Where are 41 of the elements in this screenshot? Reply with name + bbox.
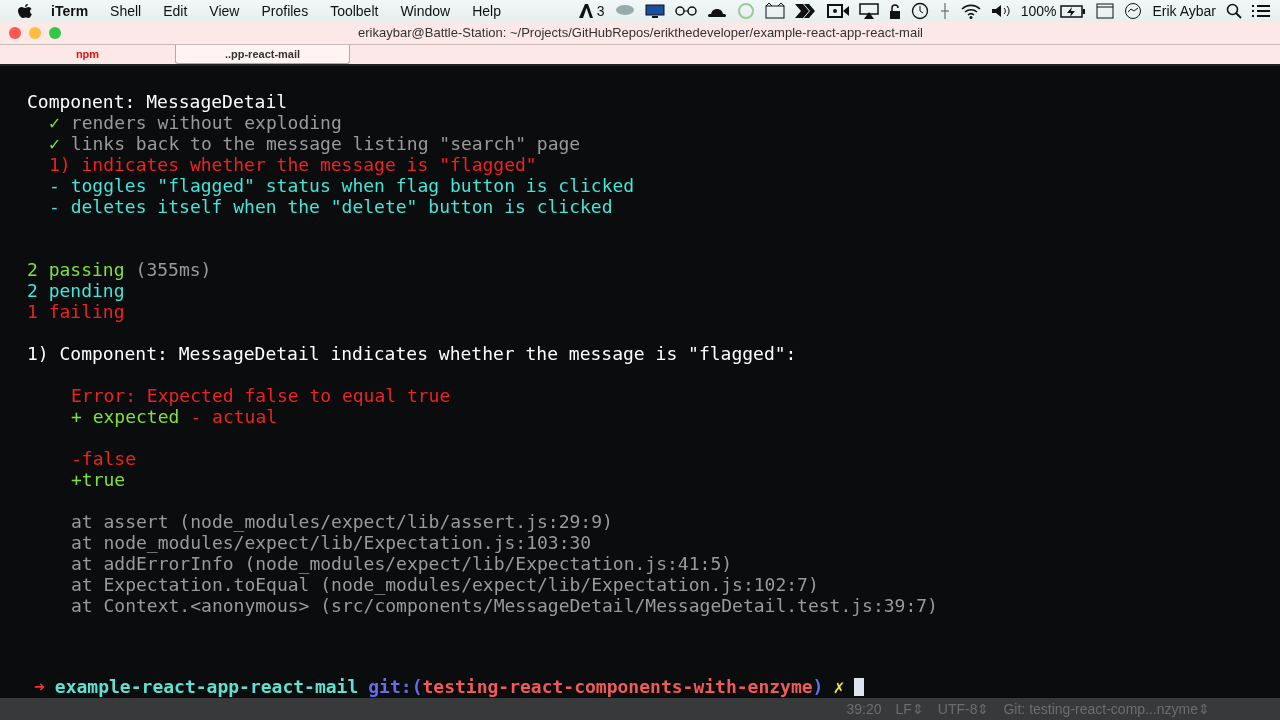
terminal-text: at assert (node_modules/expect/lib/assert.js:29:9): [71, 511, 613, 532]
prompt-arrow: ➜: [34, 676, 45, 697]
terminal-text: at Expectation.toEqual (node_modules/expect/lib/Expectation.js:102:7): [71, 574, 819, 595]
terminal-text: Component: MessageDetail: [27, 91, 288, 112]
terminal-text: 1) Component: MessageDetail indicates whether the message is "flagged":: [27, 343, 797, 364]
terminal-text: renders without exploding: [70, 112, 342, 133]
terminal-text: at addErrorInfo (node_modules/expect/lib/Expectation.js:41:5): [71, 553, 733, 574]
battery-percent: 100%: [1020, 1, 1057, 21]
terminal-text: at Context.<anonymous> (src/components/MessageDetail/MessageDetail.test.js:39:7): [71, 595, 938, 616]
terminal-text: ✓: [49, 112, 60, 133]
terminal-text: (355ms): [135, 259, 212, 280]
directory-name: example-react-app-react-mail: [54, 676, 359, 697]
menu-item[interactable]: Profiles: [250, 0, 320, 22]
window-title: erikaybar@Battle-Station: ~/Projects/GitHubRepos/erikthedeveloper/example-react-app-react-mail: [357, 24, 924, 43]
terminal-text: -false: [71, 448, 137, 469]
dirty-mark: ✗: [833, 676, 845, 697]
menu-item[interactable]: Edit: [152, 0, 199, 22]
menu-item[interactable]: Shell: [99, 0, 153, 22]
terminal-text: +true: [71, 469, 126, 490]
git-branch: git:(testing-react-components-with-enzyme): [368, 676, 824, 697]
terminal-text: 2 pending: [27, 280, 125, 301]
menu-item[interactable]: View: [198, 0, 251, 22]
terminal-text: links back to the message listing "search" page: [70, 133, 581, 154]
menu-item[interactable]: Toolbelt: [319, 0, 390, 22]
terminal-text: + expected: [71, 406, 180, 427]
user-name[interactable]: Erik Aybar: [1152, 0, 1216, 22]
badge-count: 3: [596, 1, 605, 21]
terminal-text: - toggles "flagged" status when flag button is clicked: [49, 175, 635, 196]
terminal-text: 1) indicates whether the message is "flagged": [49, 154, 537, 175]
terminal-text: - actual: [190, 406, 278, 427]
terminal-text: at node_modules/expect/lib/Expectation.js:103:30: [71, 532, 592, 553]
menu-item[interactable]: Window: [389, 0, 462, 22]
terminal-text: Error: Expected false to equal true: [71, 385, 451, 406]
menu-item[interactable]: Help: [461, 0, 512, 22]
terminal-text: ✓: [49, 133, 60, 154]
terminal-text: 2 passing: [27, 259, 125, 280]
tab[interactable]: ..pp-react-mail: [175, 45, 350, 64]
terminal-text: - deletes itself when the "delete" button is clicked: [49, 196, 613, 217]
tab[interactable]: npm: [0, 45, 175, 64]
terminal-text: 1 failing: [27, 301, 125, 322]
app-menu[interactable]: iTerm: [40, 0, 100, 22]
